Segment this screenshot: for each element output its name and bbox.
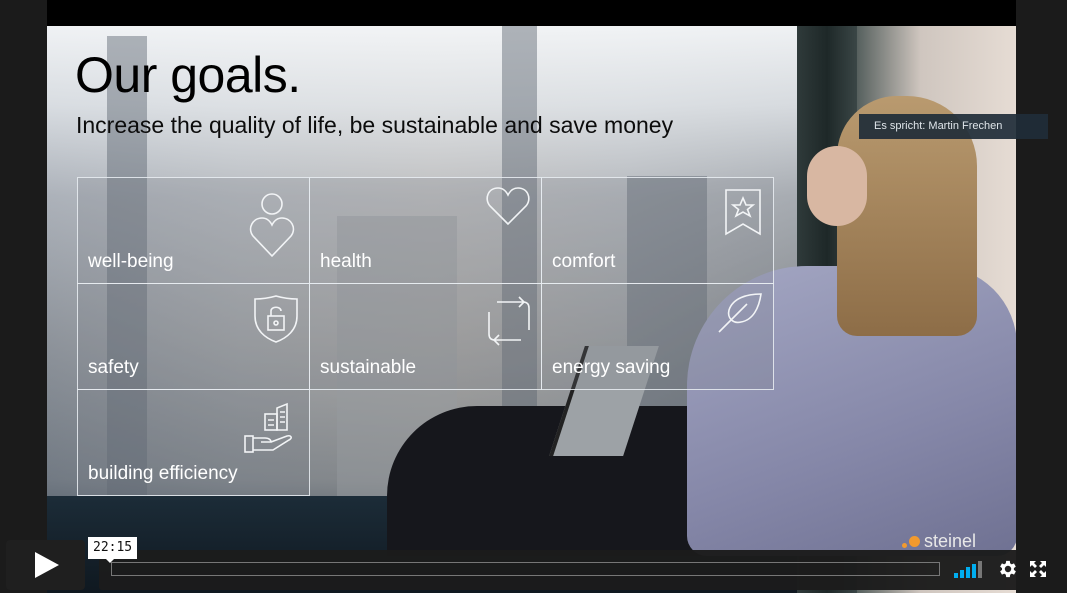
video-player: Our goals. Increase the quality of life,… [0, 0, 1067, 593]
volume-bar [966, 567, 970, 578]
progress-bar[interactable] [111, 562, 940, 576]
fullscreen-icon[interactable] [1028, 559, 1048, 579]
logo-text: steinel [924, 531, 977, 551]
volume-control[interactable] [954, 560, 984, 578]
goal-label: health [320, 251, 372, 272]
volume-bar [972, 564, 976, 578]
play-button[interactable] [6, 540, 85, 590]
control-bar [99, 550, 1059, 590]
goal-label: safety [88, 357, 139, 378]
video-frame[interactable]: Our goals. Increase the quality of life,… [47, 0, 1016, 593]
volume-bar [978, 561, 982, 578]
volume-bar [960, 570, 964, 578]
volume-bar [954, 573, 958, 578]
shield-lock-icon [254, 295, 298, 343]
presentation-slide: Our goals. Increase the quality of life,… [47, 26, 1016, 593]
logo-dot-large [909, 536, 920, 547]
cycle-arrows-icon [488, 296, 530, 346]
heart-icon [486, 187, 530, 226]
steinel-logo: steinel [902, 531, 976, 552]
goal-label: sustainable [320, 357, 417, 378]
goal-label: building efficiency [88, 463, 238, 484]
goal-comfort: comfort [541, 177, 774, 284]
goal-well-being: well-being [77, 177, 310, 284]
goal-label: energy saving [552, 357, 671, 378]
bookmark-star-icon [725, 189, 761, 236]
goal-safety: safety [77, 283, 310, 390]
play-icon [35, 552, 59, 578]
speaker-caption: Es spricht: Martin Frechen [859, 114, 1048, 139]
goal-sustainable: sustainable [309, 283, 542, 390]
goal-energy-saving: energy saving [541, 283, 774, 390]
goal-health: health [309, 177, 542, 284]
gear-icon[interactable] [997, 558, 1019, 580]
logo-dot-small [902, 543, 907, 548]
goal-label: comfort [552, 251, 616, 272]
person-heart-icon [249, 193, 295, 258]
leaf-icon [718, 293, 762, 333]
person-face [807, 146, 867, 226]
time-tooltip: 22:15 [88, 537, 138, 563]
goal-building-efficiency: building efficiency [77, 389, 310, 496]
goal-label: well-being [88, 251, 174, 272]
slide-title: Our goals. [75, 47, 301, 103]
slide-subtitle: Increase the quality of life, be sustain… [76, 112, 674, 138]
hand-building-icon [244, 402, 292, 453]
goals-grid: well-being health comfort safety sustain… [77, 177, 774, 496]
